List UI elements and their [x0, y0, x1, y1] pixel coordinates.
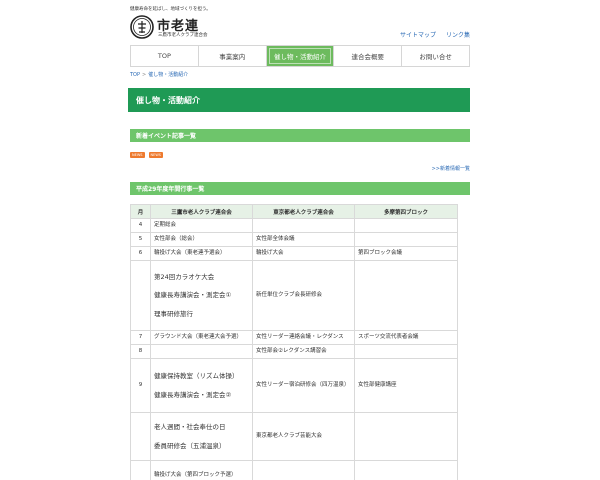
breadcrumb-current[interactable]: 催し物・活動紹介	[148, 72, 188, 78]
event-line: 輪投げ大会（東老連予選会）	[154, 249, 226, 256]
cell-month: 4	[130, 218, 151, 233]
global-nav: TOP 事業案内 催し物・活動紹介 連合会概要 お問い合せ	[130, 45, 470, 67]
cell-month: 5	[130, 232, 151, 247]
utility-links: サイトマップ リンク集	[392, 30, 470, 39]
cell-month: 8	[130, 344, 151, 359]
cell-tokyo: 女性部全体会議	[252, 232, 355, 247]
table-row: 5 女性部会（総会） 女性部全体会議	[130, 232, 458, 247]
event-line: 健康長寿講演会・測定会①	[154, 291, 232, 300]
cell-tama	[354, 344, 458, 359]
cell-mitaka: 定期総会	[150, 218, 253, 233]
more-news-link[interactable]: >>新着情報一覧	[432, 165, 470, 172]
sitemap-link[interactable]: サイトマップ	[400, 32, 436, 39]
column-header-tama: 多摩第四ブロック	[354, 204, 458, 219]
table-row: 4 定期総会	[130, 218, 458, 233]
cell-tokyo: 女性部会②レクダンス講習会	[252, 344, 355, 359]
breadcrumb-top[interactable]: TOP	[130, 72, 140, 78]
event-line: 理事研修旅行	[154, 309, 193, 318]
cell-tokyo: 東京都老人クラブ芸能大会	[252, 412, 355, 461]
news-section-title: 新着イベント記事一覧	[130, 129, 470, 142]
table-row: 7 グラウンド大会（東老連大会予選） 女性リーダー連絡会議・レクダンス スポーツ交流代…	[130, 330, 458, 345]
event-line: 委員研修会（五浦温泉）	[154, 441, 226, 450]
cell-tama: 女性部健康講座	[354, 358, 458, 413]
column-header-mitaka: 三鷹市老人クラブ連合会	[150, 204, 253, 219]
event-line: 健康長寿講演会・測定会②	[154, 390, 232, 399]
logo-emblem-icon[interactable]	[130, 15, 154, 39]
table-row: 9 健康保持教室（リズム体操） 健康長寿講演会・測定会② 女性リーダー宿泊研修会（四万…	[130, 358, 458, 413]
news-tags: NEWS NEWS	[130, 152, 164, 158]
site-tagline: 健康寿命を延ばし、地域づくりを担う。	[130, 7, 211, 12]
nav-services[interactable]: 事業案内	[198, 46, 267, 66]
table-row: 8 女性部会②レクダンス講習会	[130, 344, 458, 359]
cell-mitaka: 老人週間・社会奉仕の日 委員研修会（五浦温泉）	[150, 412, 253, 461]
event-line: 健康保持教室（リズム体操）	[154, 372, 239, 381]
links-link[interactable]: リンク集	[446, 32, 470, 39]
cell-tokyo: 女性リーダー連絡会議・レクダンス	[252, 330, 355, 345]
cell-tokyo: 女性リーダー宿泊研修会（四万温泉）	[252, 358, 355, 413]
cell-tama	[354, 412, 458, 461]
news-badge[interactable]: NEWS	[148, 152, 164, 158]
cell-mitaka: 女性部会（総会）	[150, 232, 253, 247]
nav-contact[interactable]: お問い合せ	[402, 46, 470, 66]
schedule-section-title: 平成29年度年間行事一覧	[130, 182, 470, 195]
cell-month	[130, 460, 151, 480]
column-header-month: 月	[130, 204, 151, 219]
cell-tokyo: 輪投げ大会	[252, 246, 355, 261]
cell-month	[130, 260, 151, 331]
cell-tama: スポーツ交流代表者会議	[354, 330, 458, 345]
cell-tama	[354, 460, 458, 480]
news-badge[interactable]: NEWS	[130, 152, 145, 158]
cell-mitaka: 第24回カラオケ大会健康長寿講演会・測定会① 理事研修旅行	[150, 260, 253, 331]
nav-events[interactable]: 催し物・活動紹介	[266, 46, 335, 66]
nav-about[interactable]: 連合会概要	[334, 46, 403, 66]
cell-mitaka: 輪投げ大会（東老連予選会）	[150, 246, 253, 261]
cell-tokyo	[252, 460, 355, 480]
event-line: 老人週間・社会奉仕の日	[154, 423, 226, 432]
cell-month: 9	[130, 358, 151, 413]
table-header-row: 月 三鷹市老人クラブ連合会 東京都老人クラブ連合会 多摩第四ブロック	[130, 204, 458, 219]
cell-tama: 第四ブロック会議	[354, 246, 458, 261]
event-line: 女性部会（総会）	[154, 235, 199, 242]
table-row: 輪投げ大会（第四ブロック予選）	[130, 460, 458, 480]
breadcrumb-separator: >	[142, 72, 147, 78]
event-line: 第24回カラオケ大会	[154, 273, 215, 282]
event-line: 輪投げ大会（第四ブロック予選）	[154, 471, 237, 478]
cell-mitaka	[150, 344, 253, 359]
table-body: 4 定期総会 5 女性部会（総会） 女性部全体会議 6 輪投げ大会（東老連予選会） 輪投げ大会…	[130, 218, 458, 480]
nav-top[interactable]: TOP	[130, 46, 199, 66]
cell-mitaka: 輪投げ大会（第四ブロック予選）	[150, 460, 253, 480]
page-title: 催し物・活動紹介	[128, 88, 470, 112]
logo-subtitle: 三鷹市老人クラブ連合会	[158, 33, 208, 38]
table-row: 老人週間・社会奉仕の日 委員研修会（五浦温泉） 東京都老人クラブ芸能大会	[130, 412, 458, 461]
cell-tama	[354, 218, 458, 233]
cell-mitaka: グラウンド大会（東老連大会予選）	[150, 330, 253, 345]
event-line: 定期総会	[154, 221, 177, 228]
table-row: 6 輪投げ大会（東老連予選会） 輪投げ大会 第四ブロック会議	[130, 246, 458, 261]
breadcrumb: TOP > 催し物・活動紹介	[130, 71, 188, 78]
table-row: 第24回カラオケ大会健康長寿講演会・測定会① 理事研修旅行 新任単位クラブ会長研修会	[130, 260, 458, 331]
cell-month: 6	[130, 246, 151, 261]
cell-mitaka: 健康保持教室（リズム体操） 健康長寿講演会・測定会②	[150, 358, 253, 413]
cell-month	[130, 412, 151, 461]
event-line: グラウンド大会（東老連大会予選）	[154, 333, 243, 340]
annual-schedule-table: 月 三鷹市老人クラブ連合会 東京都老人クラブ連合会 多摩第四ブロック 4 定期総会…	[130, 204, 458, 480]
cell-tama	[354, 260, 458, 331]
cell-month: 7	[130, 330, 151, 345]
column-header-tokyo: 東京都老人クラブ連合会	[252, 204, 355, 219]
cell-tama	[354, 232, 458, 247]
cell-tokyo: 新任単位クラブ会長研修会	[252, 260, 355, 331]
site-header: 健康寿命を延ばし、地域づくりを担う。 市老連 三鷹市老人クラブ連合会 サイトマッ…	[0, 0, 600, 42]
cell-tokyo	[252, 218, 355, 233]
